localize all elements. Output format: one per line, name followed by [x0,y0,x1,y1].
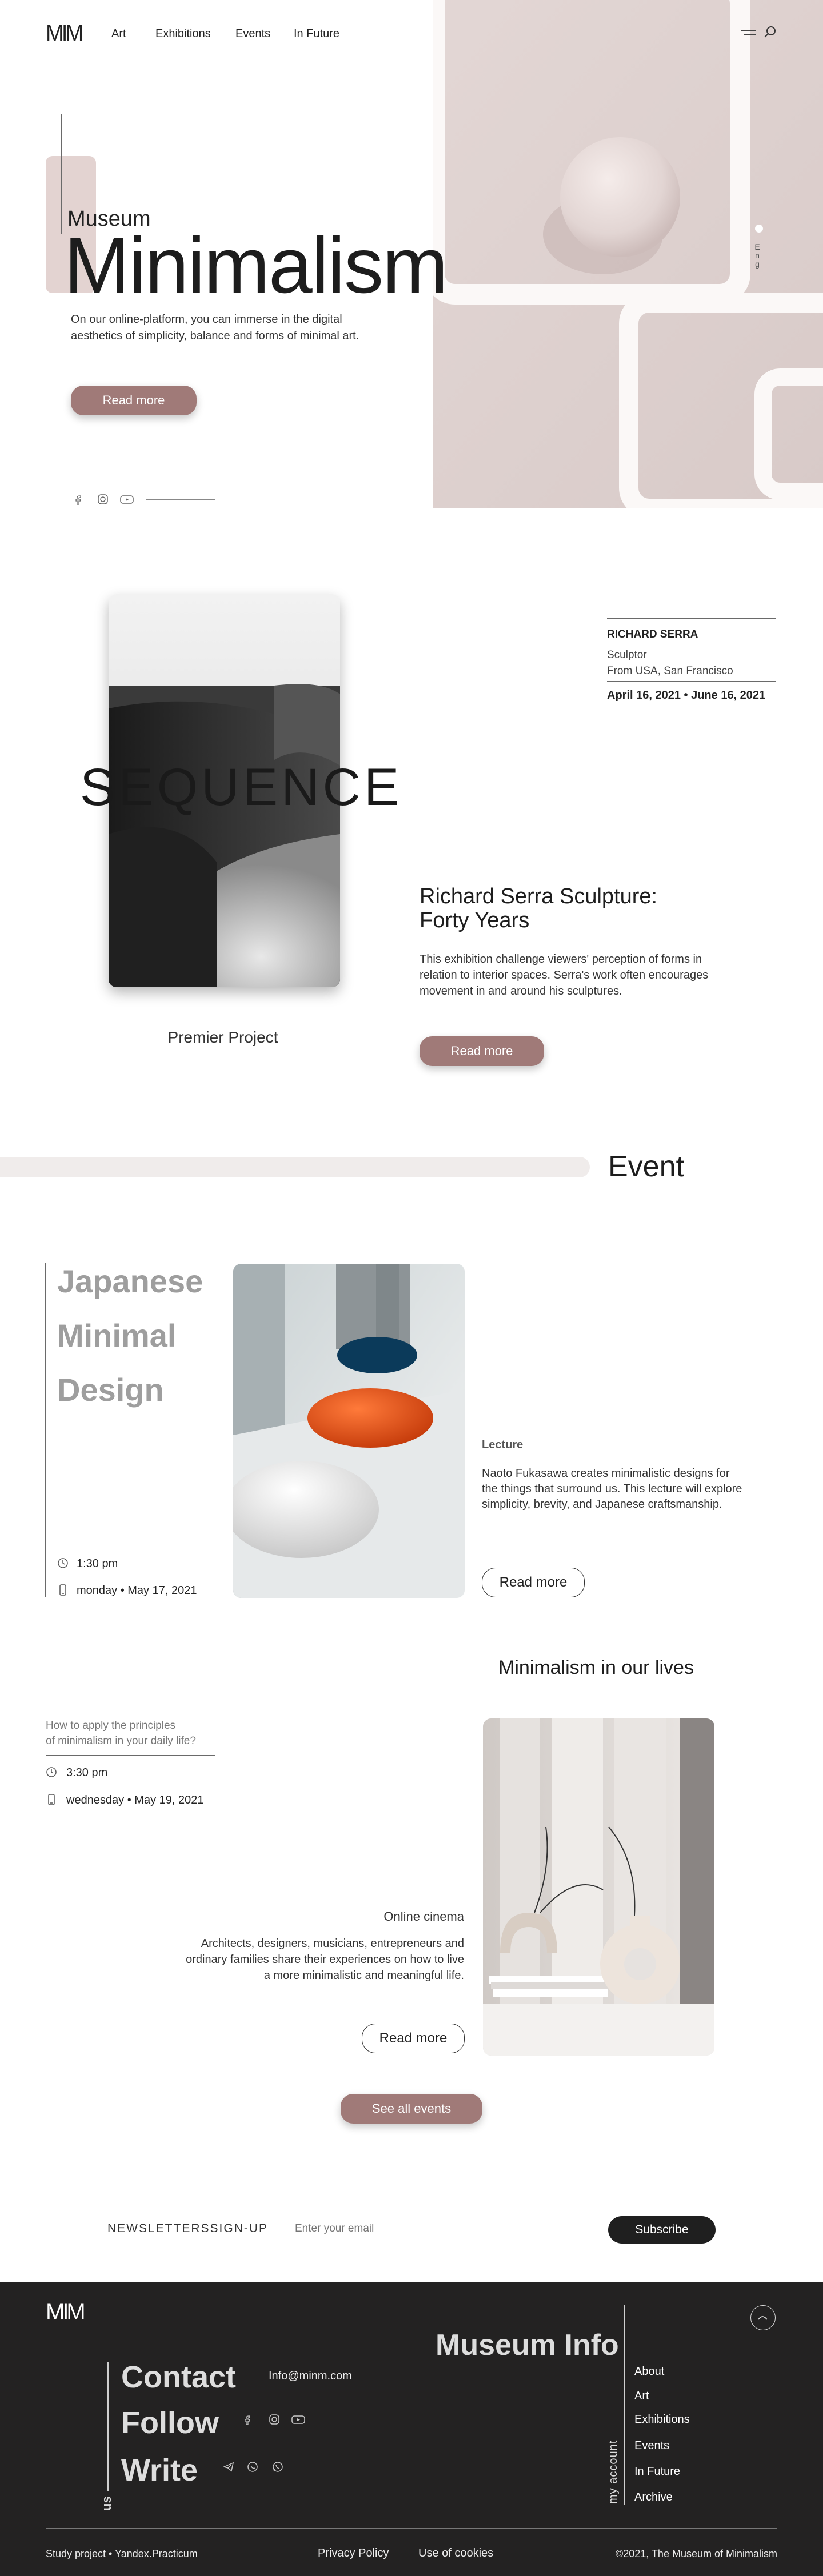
nav-in-future[interactable]: In Future [294,27,339,41]
event2-underline [46,1755,215,1756]
event2-type: Online cinema [383,1909,464,1924]
hero-title: Minimalism [64,222,448,310]
footer-link-art[interactable]: Art [634,2390,649,2403]
footer-privacy-link[interactable]: Privacy Policy [318,2547,389,2560]
event2-date: wednesday • May 19, 2021 [66,1794,204,1806]
footer-contact: Contact [121,2360,236,2394]
artist-role: Sculptor [607,649,647,661]
hero-vertical-line [61,114,62,234]
footer-info-line [624,2305,625,2505]
footer-bottom-line [46,2528,777,2529]
clock-icon [57,1557,69,1569]
event-heading: Event [608,1150,684,1183]
facebook-icon[interactable] [73,494,85,505]
hero-art-shapes [420,0,823,518]
youtube-icon[interactable] [120,494,134,505]
youtube-icon[interactable] [291,2414,305,2425]
footer-follow: Follow [121,2406,219,2440]
nav-art[interactable]: Art [111,27,126,41]
hero-art [420,0,823,518]
event1-title: Japanese Minimal Design [57,1254,203,1417]
logo[interactable]: MIM [46,19,83,47]
footer-link-exhibitions[interactable]: Exhibitions [634,2413,690,2426]
hero-read-more-button[interactable]: Read more [71,386,197,415]
footer-cookies-link[interactable]: Use of cookies [418,2547,493,2560]
footer-us: us [99,2496,114,2511]
lang-letter: n [755,251,760,260]
lang-letter: E [754,242,760,251]
footer-link-in-future[interactable]: In Future [634,2465,680,2478]
pebbles-photo [233,1264,465,1598]
language-switch[interactable]: E n g [753,243,761,269]
event2-question-2: of minimalism in your daily life? [46,1735,196,1747]
nav-exhibitions[interactable]: Exhibitions [155,27,211,41]
footer-contact-line [107,2362,109,2491]
subscribe-button[interactable]: Subscribe [608,2216,716,2244]
event2-question-1: How to apply the principles [46,1720,176,1732]
footer-email[interactable]: Info@minm.com [269,2370,352,2383]
newsletter-label: NEWSLETTERSSIGN-UP [107,2222,269,2235]
search-icon[interactable] [763,25,777,39]
footer-my-account: my account [607,2439,620,2504]
telegram-icon[interactable] [222,2461,234,2473]
exhibition-dates: April 16, 2021 • June 16, 2021 [607,689,766,702]
exhibition-caption: Premier Project [167,1028,278,1046]
event1-description: Naoto Fukasawa creates minimalistic desi… [482,1467,742,1511]
exhibition-description: This exhibition challenge viewers' perce… [420,953,709,997]
event2-image[interactable] [483,1718,714,2056]
whatsapp-icon[interactable] [272,2461,283,2473]
social-divider [146,499,215,500]
footer-link-about[interactable]: About [634,2365,664,2378]
footer-study: Study project • Yandex.Practicum [46,2548,198,2559]
footer-write: Write [121,2453,198,2487]
event1-title-line: Japanese [57,1263,203,1299]
artist-mid-line [607,681,776,682]
exhibition-title-2: Forty Years [420,908,530,932]
event1-image[interactable] [233,1264,465,1598]
nav-events[interactable]: Events [235,27,270,41]
clock-icon [46,1766,57,1778]
newsletter-email-input[interactable] [295,2219,591,2238]
facebook-icon[interactable] [242,2414,254,2425]
footer-link-archive[interactable]: Archive [634,2491,673,2504]
exhibition-read-more-button[interactable]: Read more [420,1036,544,1066]
lang-letter: g [755,259,760,269]
event2-heading: Minimalism in our lives [498,1657,694,1678]
event1-read-more-button[interactable]: Read more [482,1568,585,1597]
instagram-icon[interactable] [269,2414,280,2425]
artist-name: RICHARD SERRA [607,628,698,640]
artist-origin: From USA, San Francisco [607,665,733,677]
footer-copyright: ©2021, The Museum of Minimalism [615,2548,777,2559]
viber-icon[interactable] [247,2461,258,2473]
event1-date: monday • May 17, 2021 [77,1584,197,1597]
scroll-top-icon[interactable] [750,2305,776,2330]
see-all-events-button[interactable]: See all events [341,2094,482,2124]
phone-icon [57,1584,69,1596]
vases-photo [483,1718,714,2056]
footer-logo[interactable]: MIM [46,2299,86,2325]
event1-title-line: Design [57,1372,164,1408]
event2-read-more-button[interactable]: Read more [362,2024,465,2053]
event1-title-line: Minimal [57,1317,177,1353]
footer-link-events[interactable]: Events [634,2439,669,2453]
footer-museum-info: Museum Info [436,2329,619,2362]
phone-icon [46,1794,57,1805]
event2-description: Architects, designers, musicians, entrep… [186,1937,464,1982]
hero-description: On our online-platform, you can immerse … [71,313,359,342]
event1-time: 1:30 pm [77,1557,118,1570]
menu-icon[interactable] [741,29,756,37]
event1-vertical-line [45,1263,46,1597]
instagram-icon[interactable] [97,494,109,505]
event2-time: 3:30 pm [66,1766,108,1779]
event1-type: Lecture [482,1439,524,1451]
exhibition-word: SEQUENCE [80,758,403,816]
artist-top-line [607,618,776,619]
event-heading-bar [0,1157,590,1177]
exhibition-title-1: Richard Serra Sculpture: [420,884,658,908]
